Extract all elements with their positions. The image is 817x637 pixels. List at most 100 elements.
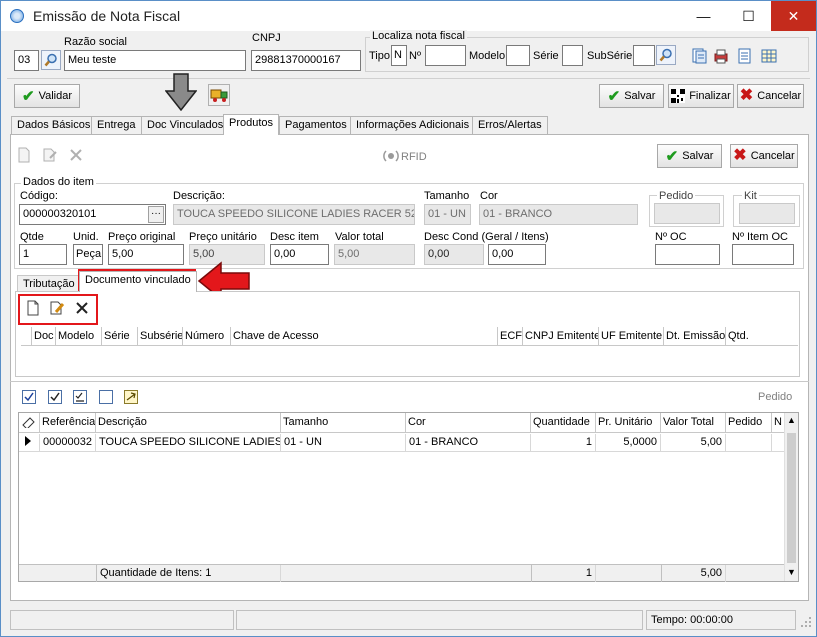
edit-item-icon[interactable] <box>41 146 63 166</box>
codigo-input[interactable]: 000000320101 <box>19 204 166 225</box>
tab-doc-vinculados[interactable]: Doc Vinculados <box>141 116 230 134</box>
scroll-down-icon[interactable]: ▼ <box>787 567 796 577</box>
cor-input[interactable]: 01 - BRANCO <box>479 204 638 225</box>
items-col-descricao[interactable]: Descrição <box>96 413 281 432</box>
subserie-input[interactable] <box>633 45 655 66</box>
item-salvar-button[interactable]: ✔ Salvar <box>657 144 722 168</box>
print-icon[interactable] <box>713 48 729 67</box>
items-col-pedido[interactable]: Pedido <box>726 413 772 432</box>
close-button[interactable]: ✕ <box>771 1 816 31</box>
serie-input[interactable] <box>562 45 583 66</box>
check-list-icon[interactable] <box>73 390 87 404</box>
items-col-n[interactable]: N <box>772 413 784 432</box>
no-oc-input[interactable] <box>655 244 720 265</box>
doc-col-cnpj-emitente[interactable]: CNPJ Emitente <box>523 327 599 346</box>
pedido-label: Pedido <box>657 190 696 202</box>
cell-cor[interactable]: 01 - BRANCO <box>406 434 531 451</box>
select-all-icon[interactable] <box>22 390 36 404</box>
gray-arrow-annotation <box>164 73 198 114</box>
check-selected-icon[interactable] <box>48 390 62 404</box>
desc-item-input[interactable]: 0,00 <box>270 244 329 265</box>
doc-col-doc[interactable]: Doc <box>32 327 56 346</box>
maximize-button[interactable]: ☐ <box>726 1 771 31</box>
invert-selection-icon[interactable] <box>124 390 138 404</box>
doc-col-ecf[interactable]: ECF <box>498 327 523 346</box>
edit-document-icon[interactable] <box>48 299 68 319</box>
no-item-oc-input[interactable] <box>732 244 794 265</box>
cell-tamanho[interactable]: 01 - UN <box>281 434 406 451</box>
items-col-referencia[interactable]: Referência <box>40 413 96 432</box>
modelo-input[interactable] <box>506 45 530 66</box>
delete-item-icon[interactable] <box>67 146 89 166</box>
subtab-documento-vinculado[interactable]: Documento vinculado <box>79 271 197 292</box>
finalizar-button[interactable]: Finalizar <box>668 84 734 108</box>
descricao-input[interactable]: TOUCA SPEEDO SILICONE LADIES RACER 528 <box>173 204 415 225</box>
cnpj-input[interactable]: 29881370000167 <box>251 50 361 71</box>
desc-cond-geral-input[interactable]: 0,00 <box>424 244 484 265</box>
items-col-cor[interactable]: Cor <box>406 413 531 432</box>
doc-col-numero[interactable]: Número <box>183 327 231 346</box>
validar-button[interactable]: ✔ Validar <box>14 84 80 108</box>
cnpj-label: CNPJ <box>252 32 281 44</box>
doc-col-chave-acesso[interactable]: Chave de Acesso <box>231 327 498 346</box>
section-divider <box>10 381 809 382</box>
cell-valor-total[interactable]: 5,00 <box>661 434 726 451</box>
cell-pedido[interactable] <box>726 434 772 451</box>
desc-cond-label: Desc Cond (Geral / Itens) <box>424 231 549 243</box>
cell-pr-unitario[interactable]: 5,0000 <box>596 434 661 451</box>
cell-descricao[interactable]: TOUCA SPEEDO SILICONE LADIES R <box>96 434 281 451</box>
codigo-lookup-button[interactable]: ··· <box>148 206 164 223</box>
cell-quantidade[interactable]: 1 <box>531 434 596 451</box>
cell-referencia[interactable]: 00000032 <box>40 434 96 451</box>
items-col-pr-unitario[interactable]: Pr. Unitário <box>596 413 661 432</box>
new-item-icon[interactable] <box>15 146 37 166</box>
tipo-input[interactable]: N <box>391 45 407 66</box>
item-cancelar-button[interactable]: ✖ Cancelar <box>730 144 798 168</box>
preco-original-input[interactable]: 5,00 <box>108 244 184 265</box>
items-col-tamanho[interactable]: Tamanho <box>281 413 406 432</box>
uncheck-all-icon[interactable] <box>99 390 113 404</box>
localiza-search-button[interactable] <box>656 45 676 65</box>
serie-label: Série <box>533 50 559 62</box>
tab-dados-basicos[interactable]: Dados Básicos <box>11 116 97 134</box>
report-icon[interactable] <box>738 48 752 67</box>
qtde-input[interactable]: 1 <box>19 244 67 265</box>
tab-produtos[interactable]: Produtos <box>223 114 280 135</box>
scroll-up-icon[interactable]: ▲ <box>787 415 796 425</box>
resize-grip-icon[interactable] <box>799 615 813 629</box>
pedido-input[interactable] <box>654 203 720 224</box>
tamanho-input[interactable]: 01 - UN <box>424 204 471 225</box>
grid-icon[interactable] <box>761 48 777 67</box>
doc-col-serie[interactable]: Série <box>102 327 138 346</box>
numero-input[interactable] <box>425 45 466 66</box>
tab-entrega[interactable]: Entrega <box>91 116 142 134</box>
new-document-icon[interactable] <box>24 299 44 319</box>
documents-icon[interactable] <box>691 48 707 67</box>
tab-erros-alertas[interactable]: Erros/Alertas <box>472 116 548 134</box>
truck-button[interactable] <box>208 84 230 106</box>
items-scrollbar[interactable]: ▲ ▼ <box>784 413 798 581</box>
doc-col-subserie[interactable]: Subsérie <box>138 327 183 346</box>
valor-total-input[interactable]: 5,00 <box>334 244 415 265</box>
tab-pagamentos[interactable]: Pagamentos <box>279 116 353 134</box>
doc-col-dt-emissao[interactable]: Dt. Emissão <box>664 327 726 346</box>
table-row[interactable]: 00000032 TOUCA SPEEDO SILICONE LADIES R … <box>19 434 784 452</box>
minimize-button[interactable]: — <box>681 1 726 31</box>
items-col-quantidade[interactable]: Quantidade <box>531 413 596 432</box>
cancelar-button[interactable]: ✖ Cancelar <box>737 84 804 108</box>
delete-document-icon[interactable] <box>73 299 93 319</box>
kit-input[interactable] <box>739 203 795 224</box>
search-code-button[interactable] <box>41 50 61 70</box>
qtde-label: Qtde <box>20 231 44 243</box>
code-field[interactable]: 03 <box>14 50 39 71</box>
tab-informacoes-adicionais[interactable]: Informações Adicionais <box>350 116 476 134</box>
items-col-valor-total[interactable]: Valor Total <box>661 413 726 432</box>
doc-col-uf-emitente[interactable]: UF Emitente <box>599 327 664 346</box>
doc-col-modelo[interactable]: Modelo <box>56 327 102 346</box>
desc-cond-itens-input[interactable]: 0,00 <box>488 244 546 265</box>
unid-input[interactable]: Peça <box>73 244 103 265</box>
salvar-button[interactable]: ✔ Salvar <box>599 84 664 108</box>
scroll-thumb[interactable] <box>787 433 796 563</box>
doc-col-qtd[interactable]: Qtd. <box>726 327 776 346</box>
razao-social-input[interactable]: Meu teste <box>64 50 246 71</box>
